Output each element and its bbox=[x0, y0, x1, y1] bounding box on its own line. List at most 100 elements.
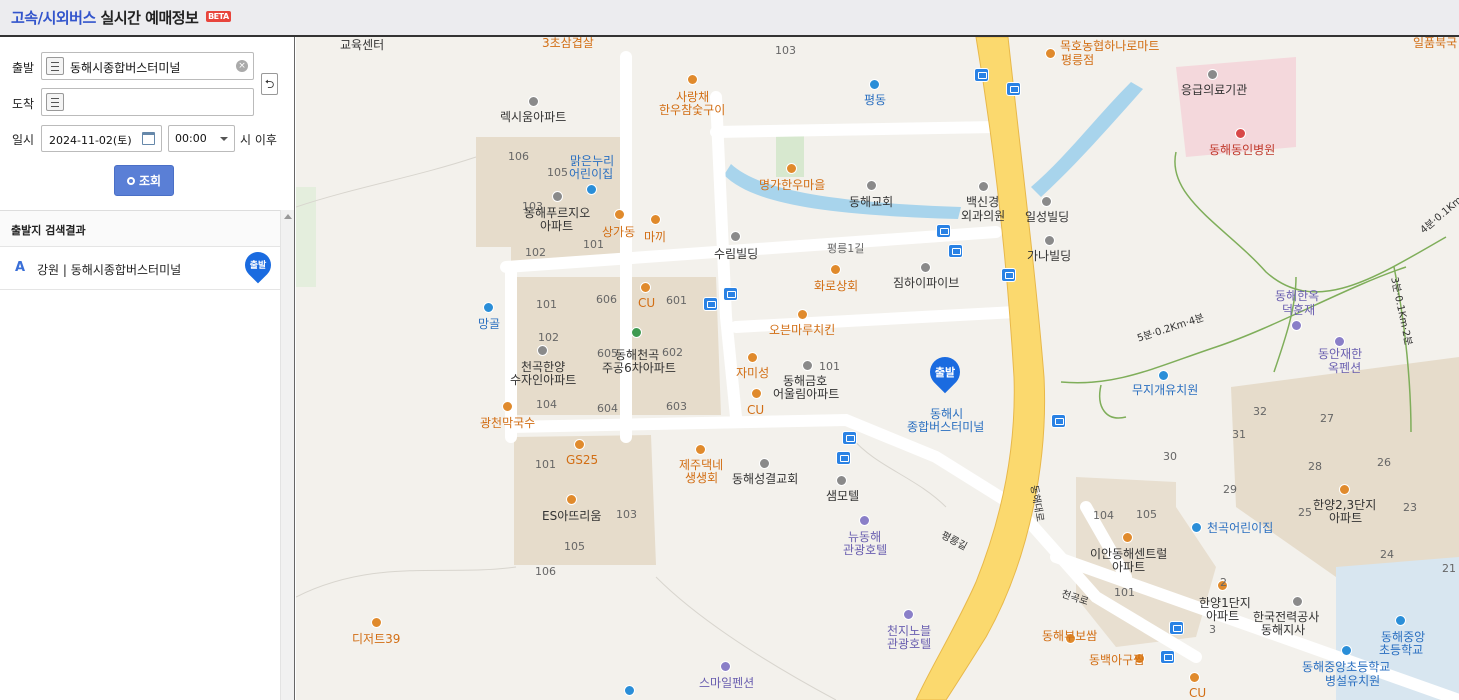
app-title[interactable]: 고속/시외버스 실시간 예매정보 BETA bbox=[11, 7, 231, 28]
beta-badge: BETA bbox=[206, 11, 231, 22]
swap-button[interactable]: ⮌ bbox=[261, 73, 278, 95]
clear-icon[interactable]: × bbox=[236, 60, 248, 72]
results-heading-text: 출발지 검색결과 bbox=[11, 224, 86, 237]
poi-icon bbox=[759, 458, 770, 469]
map-label: 102 bbox=[525, 246, 546, 259]
bus-stop-icon[interactable] bbox=[948, 244, 963, 258]
map-label: 망골 bbox=[478, 317, 501, 331]
result-letter: A bbox=[15, 260, 26, 275]
poi-icon bbox=[1207, 69, 1218, 80]
bus-stop-icon[interactable] bbox=[842, 431, 857, 445]
map-label: 광천막국수 bbox=[480, 416, 536, 430]
map-label: 렉시움아파트 bbox=[500, 110, 567, 124]
map-label: 동해동인병원 bbox=[1209, 143, 1276, 157]
poi-icon bbox=[1122, 532, 1133, 543]
result-item[interactable]: A 강원 | 동해시종합버스터미널 출발 bbox=[0, 246, 280, 290]
map-label: 30 bbox=[1163, 450, 1177, 463]
poi-icon bbox=[903, 609, 914, 620]
scroll-up-icon[interactable] bbox=[284, 214, 292, 219]
date-field[interactable]: 2024-11-02(토) bbox=[41, 125, 162, 152]
bus-stop-icon[interactable] bbox=[1169, 621, 1184, 635]
map-label: 105 bbox=[1136, 508, 1157, 521]
bus-stop-icon[interactable] bbox=[1006, 82, 1021, 96]
bus-stop-icon[interactable] bbox=[974, 68, 989, 82]
map-label: 종합버스터미널 bbox=[907, 420, 985, 434]
poi-icon bbox=[836, 475, 847, 486]
departure-field[interactable]: 동해시종합버스터미널 × bbox=[41, 52, 254, 80]
map-label: 평동 bbox=[864, 93, 887, 107]
map-label: 101 bbox=[819, 360, 840, 373]
bus-stop-icon[interactable] bbox=[703, 297, 718, 311]
map-label: GS25 bbox=[566, 453, 599, 467]
map-label: CU bbox=[1189, 686, 1207, 700]
map-label: 602 bbox=[662, 346, 683, 359]
map-label: 응급의료기관 bbox=[1181, 83, 1248, 97]
arrival-field[interactable] bbox=[41, 88, 254, 116]
poi-icon bbox=[978, 181, 989, 192]
map-label: 32 bbox=[1253, 405, 1267, 418]
date-value: 2024-11-02(토) bbox=[49, 134, 132, 147]
map-label: 2 bbox=[1220, 576, 1227, 589]
map-label: 화로상회 bbox=[814, 279, 859, 293]
app-title-rest: 실시간 예매정보 bbox=[100, 9, 199, 27]
bus-stop-icon[interactable] bbox=[723, 287, 738, 301]
chevron-down-icon bbox=[220, 137, 228, 141]
map-label: 옥펜션 bbox=[1328, 361, 1362, 375]
list-icon[interactable] bbox=[46, 93, 64, 111]
map-label: 3초삼겹살 bbox=[542, 37, 594, 50]
map-label: 오븐마루치킨 bbox=[769, 323, 836, 337]
map-label: 27 bbox=[1320, 412, 1334, 425]
map-label: ES아뜨리움 bbox=[542, 509, 602, 523]
map-label: 동해성결교회 bbox=[732, 472, 799, 486]
app-title-brand: 고속/시외버스 bbox=[11, 9, 96, 27]
map-label: 106 bbox=[508, 150, 529, 163]
calendar-icon[interactable] bbox=[142, 132, 155, 145]
map-label: 생생회 bbox=[685, 471, 719, 485]
time-select[interactable]: 00:00 bbox=[168, 125, 235, 152]
bus-stop-icon[interactable] bbox=[836, 451, 851, 465]
map-label: 자미성 bbox=[736, 366, 770, 380]
departure-value: 동해시종합버스터미널 bbox=[70, 61, 181, 75]
map-label: 천곡어린이집 bbox=[1207, 521, 1274, 535]
search-button[interactable]: 조회 bbox=[114, 165, 174, 196]
poi-icon bbox=[920, 262, 931, 273]
poi-icon bbox=[1045, 48, 1056, 59]
map-label: 짐하이파이브 bbox=[893, 276, 960, 290]
map-label: 동해교회 bbox=[849, 195, 894, 209]
map-label: 샘모텔 bbox=[826, 489, 860, 503]
map-label: 28 bbox=[1308, 460, 1322, 473]
poi-icon bbox=[574, 439, 585, 450]
poi-icon bbox=[1191, 522, 1202, 533]
after-label: 시 이후 bbox=[240, 133, 277, 147]
map-view[interactable]: 교육센터 3초삼겹살 103 목호농협하나로마트 평릉점 일품북국 사랑채 한우… bbox=[296, 37, 1459, 700]
bus-stop-icon[interactable] bbox=[1160, 650, 1175, 664]
map-label: 동해지사 bbox=[1261, 623, 1306, 637]
start-marker[interactable]: 출발 bbox=[923, 350, 967, 397]
map-label: 주공6차아파트 bbox=[602, 361, 676, 375]
poi-icon bbox=[1041, 196, 1052, 207]
map-label: 수자인아파트 bbox=[510, 373, 577, 387]
map-label: 평릉1길 bbox=[827, 242, 865, 255]
search-icon bbox=[126, 177, 135, 185]
map-label: 디저트39 bbox=[352, 632, 401, 646]
map-label: 101 bbox=[1114, 586, 1135, 599]
poi-icon bbox=[802, 360, 813, 371]
bus-stop-icon[interactable] bbox=[936, 224, 951, 238]
map-label: 동해한옥 bbox=[1275, 289, 1320, 303]
departure-label: 출발 bbox=[12, 61, 35, 75]
poi-icon bbox=[528, 96, 539, 107]
map-label: 평릉점 bbox=[1061, 53, 1095, 67]
list-icon[interactable] bbox=[46, 57, 64, 75]
map-label: 604 bbox=[597, 402, 618, 415]
search-sidebar: 출발 동해시종합버스터미널 × ⮌ 도착 일시 2024-11-02(토) 00… bbox=[0, 37, 295, 700]
poi-icon bbox=[747, 352, 758, 363]
map-label: 상가동 bbox=[602, 225, 636, 239]
map-label: CU bbox=[638, 296, 656, 310]
bus-stop-icon[interactable] bbox=[1051, 414, 1066, 428]
results-scrollbar[interactable] bbox=[280, 210, 294, 700]
bus-stop-icon[interactable] bbox=[1001, 268, 1016, 282]
map-label: 일품북국 bbox=[1413, 37, 1458, 50]
poi-icon bbox=[566, 494, 577, 505]
map-label: 21 bbox=[1442, 562, 1456, 575]
map-label: 어울림아파트 bbox=[773, 387, 840, 401]
